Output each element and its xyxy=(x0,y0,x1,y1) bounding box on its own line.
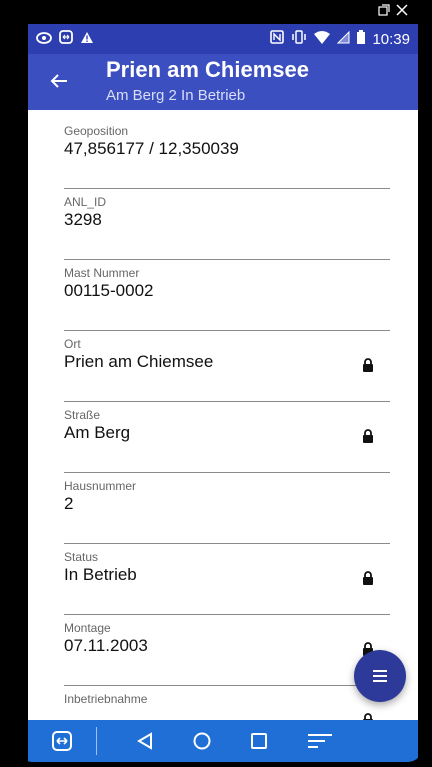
app-bar: Prien am Chiemsee Am Berg 2 In Betrieb xyxy=(28,54,418,110)
field-montage[interactable]: Montage 07.11.2003 xyxy=(64,621,390,686)
page-subtitle: Am Berg 2 In Betrieb xyxy=(106,87,246,104)
field-value: 07.11.2003 xyxy=(64,636,148,655)
lock-icon xyxy=(363,713,373,720)
wifi-icon xyxy=(314,30,331,48)
warning-icon xyxy=(80,31,94,48)
field-label: Hausnummer xyxy=(64,479,137,493)
menu-lines-icon[interactable] xyxy=(307,733,333,749)
field-label: Status xyxy=(64,550,99,564)
field-label: Straße xyxy=(64,408,101,422)
menu-icon xyxy=(373,670,387,682)
field-mast-nummer[interactable]: Mast Nummer 00115-0002 xyxy=(64,266,390,331)
battery-icon xyxy=(357,30,366,48)
close-icon[interactable] xyxy=(396,4,408,19)
phone-screen: 10:39 Prien am Chiemsee Am Berg 2 In Bet… xyxy=(18,4,422,762)
field-value: 00115-0002 xyxy=(64,281,154,300)
field-value: 3298 xyxy=(64,210,102,229)
field-status[interactable]: Status In Betrieb xyxy=(64,550,390,615)
recents-icon[interactable] xyxy=(251,733,267,749)
field-label: Geoposition xyxy=(64,124,129,138)
field-hausnummer[interactable]: Hausnummer 2 xyxy=(64,479,390,544)
field-value: Prien am Chiemsee xyxy=(64,352,214,371)
menu-fab-button[interactable] xyxy=(354,650,406,702)
nav-divider xyxy=(96,727,97,755)
back-icon[interactable] xyxy=(137,732,153,750)
lock-icon xyxy=(363,358,373,372)
vibrate-icon xyxy=(291,30,307,48)
nfc-icon xyxy=(270,30,285,48)
field-value: In Betrieb xyxy=(64,565,137,584)
field-value: 2 xyxy=(64,494,74,513)
field-label: ANL_ID xyxy=(64,195,107,209)
eye-icon xyxy=(36,31,52,48)
field-label: Mast Nummer xyxy=(64,266,140,280)
field-anl-id[interactable]: ANL_ID 3298 xyxy=(64,195,390,260)
screen-frame: 10:39 Prien am Chiemsee Am Berg 2 In Bet… xyxy=(0,0,432,767)
page-title: Prien am Chiemsee xyxy=(106,57,309,82)
back-button[interactable] xyxy=(44,66,74,96)
detail-list[interactable]: Geoposition 47,856177 / 12,350039 ANL_ID… xyxy=(28,110,418,720)
clock: 10:39 xyxy=(372,30,410,48)
field-label: Ort xyxy=(64,337,81,351)
status-bar: 10:39 xyxy=(28,24,418,54)
restore-icon[interactable] xyxy=(378,4,390,19)
home-icon[interactable] xyxy=(193,732,211,750)
field-label: Montage xyxy=(64,621,111,635)
navigation-bar xyxy=(28,720,418,762)
field-value: 47,856177 / 12,350039 xyxy=(64,139,239,158)
field-value: Am Berg xyxy=(64,423,131,442)
teamviewer-icon xyxy=(59,30,73,48)
lock-icon xyxy=(363,429,373,443)
field-label: Inbetriebnahme xyxy=(64,692,148,706)
field-strasse[interactable]: Straße Am Berg xyxy=(64,408,390,473)
signal-icon xyxy=(337,30,350,48)
field-geoposition[interactable]: Geoposition 47,856177 / 12,350039 xyxy=(64,124,390,189)
field-inbetriebnahme[interactable]: Inbetriebnahme xyxy=(64,692,390,720)
arrow-left-icon xyxy=(50,74,67,88)
teamviewer-icon[interactable] xyxy=(52,731,72,751)
window-controls xyxy=(378,4,408,19)
field-ort[interactable]: Ort Prien am Chiemsee xyxy=(64,337,390,402)
lock-icon xyxy=(363,571,373,585)
